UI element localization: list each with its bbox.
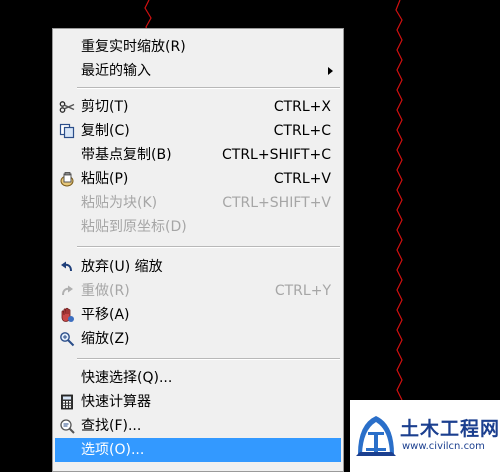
scissors-icon (59, 101, 75, 113)
menu-item-label: 粘贴(P) (81, 171, 129, 187)
submenu-arrow-icon (328, 67, 333, 75)
pan-hand-icon (61, 307, 74, 322)
undo-arrow-icon (61, 261, 72, 272)
menu-item-cut[interactable]: 剪切(T) CTRL+X (55, 95, 341, 119)
menu-item-shortcut: CTRL+X (273, 99, 331, 115)
menu-item-undo[interactable]: 放弃(U) 缩放 (55, 255, 341, 279)
menu-item-quick-calc[interactable]: 快速计算器 (55, 390, 341, 414)
redo-arrow-icon (62, 285, 73, 296)
menu-item-paste-original-coords[interactable]: 粘贴到原坐标(D) (55, 215, 341, 239)
paste-icon (60, 172, 74, 187)
menu-item-label: 放弃(U) 缩放 (81, 259, 163, 275)
zoom-icon (60, 332, 75, 347)
calculator-icon (61, 394, 73, 410)
menu-item-label: 复制(C) (81, 123, 130, 139)
menu-item-find[interactable]: 查找(F)... (55, 414, 341, 438)
menu-item-copy-with-base-point[interactable]: 带基点复制(B) CTRL+SHIFT+C (55, 143, 341, 167)
menu-item-label: 粘贴到原坐标(D) (81, 219, 187, 235)
menu-item-label: 剪切(T) (81, 99, 129, 115)
menu-item-shortcut: CTRL+SHIFT+V (222, 195, 331, 211)
watermark-title: 土木工程网 (400, 418, 500, 440)
menu-item-options[interactable]: 选项(O)... (55, 438, 341, 462)
menu-item-label: 查找(F)... (81, 418, 142, 434)
menu-item-zoom[interactable]: 缩放(Z) (55, 327, 341, 351)
menu-item-label: 快速选择(Q)... (81, 370, 173, 386)
watermark-logo: 土木工程网 www.civilcn.com (350, 400, 500, 472)
menu-item-paste[interactable]: 粘贴(P) CTRL+V (55, 167, 341, 191)
menu-item-quick-select[interactable]: 快速选择(Q)... (55, 366, 341, 390)
menu-item-redo[interactable]: 重做(R) CTRL+Y (55, 279, 341, 303)
menu-item-copy[interactable]: 复制(C) CTRL+C (55, 119, 341, 143)
menu-item-label: 缩放(Z) (81, 331, 130, 347)
menu-item-paste-as-block[interactable]: 粘贴为块(K) CTRL+SHIFT+V (55, 191, 341, 215)
menu-item-label: 平移(A) (81, 307, 130, 323)
menu-item-label: 最近的输入 (81, 63, 151, 79)
menu-item-label: 重复实时缩放(R) (81, 39, 186, 55)
menu-item-pan[interactable]: 平移(A) (55, 303, 341, 327)
watermark-url: www.civilcn.com (402, 441, 485, 452)
menu-item-shortcut: CTRL+V (273, 171, 331, 187)
menu-item-label: 快速计算器 (81, 394, 151, 410)
menu-item-shortcut: CTRL+Y (274, 283, 331, 299)
civilcn-logo-icon (356, 416, 396, 456)
menu-item-label: 重做(R) (81, 283, 130, 299)
menu-item-shortcut: CTRL+SHIFT+C (222, 147, 331, 163)
menu-item-recent-input[interactable]: 最近的输入 (55, 59, 341, 83)
context-menu: 重复实时缩放(R) 最近的输入 剪切(T) CTRL+X 复制(C) CTRL+… (52, 28, 344, 472)
menu-item-shortcut: CTRL+C (273, 123, 331, 139)
menu-item-repeat-zoom[interactable]: 重复实时缩放(R) (55, 35, 341, 59)
menu-item-label: 选项(O)... (81, 442, 145, 458)
find-icon (60, 419, 75, 434)
menu-item-label: 带基点复制(B) (81, 147, 172, 163)
menu-separator (77, 87, 340, 89)
menu-item-label: 粘贴为块(K) (81, 195, 158, 211)
menu-separator (77, 246, 340, 248)
menu-separator (77, 358, 340, 360)
copy-icon (59, 123, 75, 139)
